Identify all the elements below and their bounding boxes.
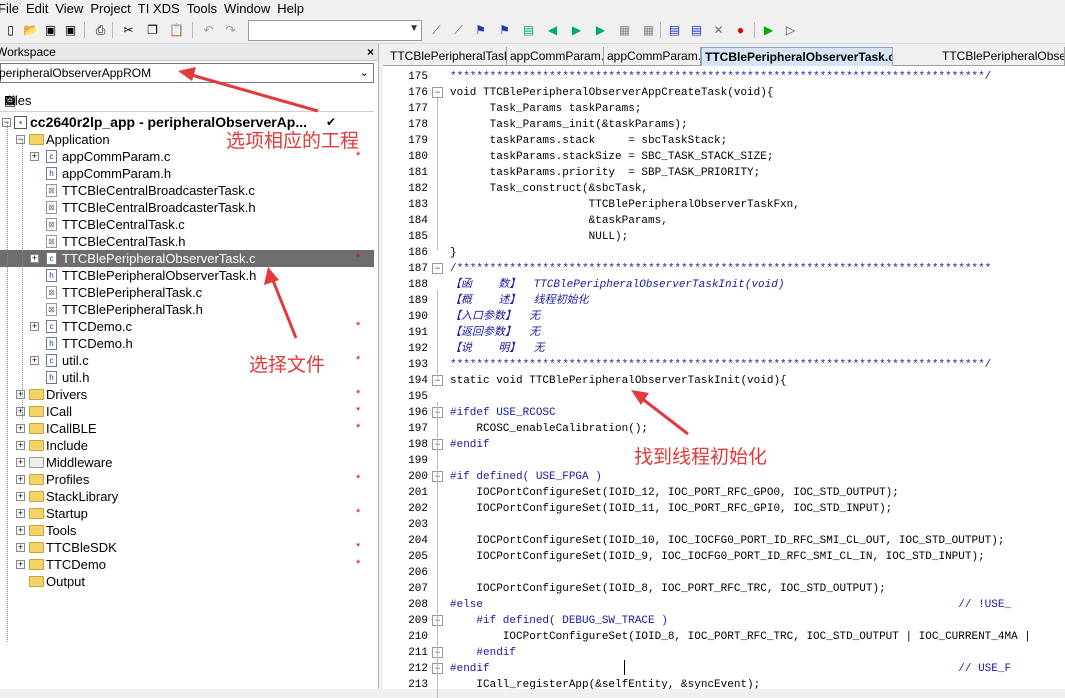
annotation-select-file: 选择文件 [249, 354, 326, 376]
annotation-find-init: 找到线程初始化 [634, 446, 768, 468]
annotation-select-project: 选项相应的工程 [226, 130, 360, 152]
annotation-arrows [178, 67, 689, 436]
